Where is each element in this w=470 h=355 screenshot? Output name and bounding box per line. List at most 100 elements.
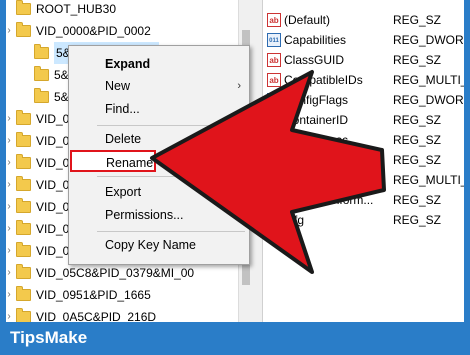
value-name: CompatibleIDs <box>284 73 363 87</box>
tree-item-label: VID_0A5C&PID_216D <box>36 310 157 322</box>
string-value-icon: ab <box>267 13 281 27</box>
menu-item-expand[interactable]: Expand <box>69 53 249 75</box>
value-row[interactable]: 011Capabilities REG_DWORD <box>263 30 464 50</box>
menu-item-label: Find... <box>105 102 140 116</box>
value-type: REG_SZ <box>393 133 442 147</box>
tree-item[interactable]: › VID_05C8&PID_0379&MI_00 <box>6 262 236 284</box>
menu-item-delete[interactable]: Delete <box>69 128 249 150</box>
menu-item-find[interactable]: Find... <box>69 98 249 120</box>
tree-item[interactable]: › VID_0951&PID_1665 <box>6 284 236 306</box>
value-name: ConfigFlags <box>284 93 349 107</box>
value-row[interactable]: 011ConfigFlags REG_DWORD <box>263 90 464 110</box>
pane-splitter[interactable] <box>252 0 263 322</box>
value-row[interactable]: ab ContainerID REG_SZ <box>263 110 464 130</box>
expand-chevron-icon[interactable] <box>22 86 32 108</box>
expand-chevron-icon[interactable]: › <box>6 152 14 174</box>
folder-icon <box>34 88 49 103</box>
menu-item-label: Permissions... <box>105 208 184 222</box>
folder-icon <box>34 44 49 59</box>
menu-separator <box>97 176 245 177</box>
value-row[interactable]: ab DeviceDesc REG_SZ <box>263 130 464 150</box>
folder-icon <box>16 110 31 125</box>
string-value-icon: ab <box>267 53 281 67</box>
registry-values-list[interactable]: ab (Default) REG_SZ 011 Capabilities REG_DWOR… <box>263 0 464 322</box>
folder-icon <box>16 220 31 235</box>
value-row[interactable]: ab CompatibleIDs REG_MULTI_ <box>263 70 464 90</box>
expand-chevron-icon[interactable]: › <box>6 108 14 130</box>
tree-item[interactable]: › VID_0000&PID_0002 <box>6 20 236 42</box>
menu-item-label: Export <box>105 185 142 199</box>
tree-item-label: VID_0 <box>36 178 70 192</box>
menu-item-copy-key-name[interactable]: Copy Key Name <box>69 234 249 256</box>
tree-item-label: ROOT_HUB30 <box>36 2 117 16</box>
folder-icon <box>16 308 31 322</box>
menu-item-permissions[interactable]: Permissions... <box>69 204 249 226</box>
folder-icon <box>16 242 31 257</box>
menu-item-export[interactable]: Export <box>69 181 249 203</box>
folder-icon <box>16 0 31 15</box>
value-type: REG_SZ <box>393 53 442 67</box>
tree-item-label: VID_05C8&PID_0379&MI_00 <box>36 266 195 280</box>
value-name: Capabilities <box>284 33 347 47</box>
context-menu: Expand New › Find... Delete Rename Expor… <box>68 45 250 265</box>
folder-icon <box>16 198 31 213</box>
value-type: REG_MULTI_ <box>393 73 464 87</box>
menu-item-label: New <box>105 79 131 93</box>
string-value-icon: ab <box>267 73 281 87</box>
menu-item-label: Rename <box>106 156 154 170</box>
tree-item-label: VID_0 <box>36 156 70 170</box>
value-row[interactable]: ab Mfg REG_SZ <box>263 210 464 230</box>
menu-item-rename[interactable]: Rename <box>70 150 156 172</box>
expand-chevron-icon[interactable]: › <box>6 306 14 322</box>
value-name: (Default) <box>284 13 331 27</box>
binary-value-icon: 011 <box>267 93 281 107</box>
value-name: DeviceDesc <box>284 133 349 147</box>
menu-item-label: Delete <box>105 132 142 146</box>
tree-item[interactable]: › VID_0A5C&PID_216D <box>6 306 236 322</box>
folder-icon <box>16 154 31 169</box>
expand-chevron-icon[interactable]: › <box>6 240 14 262</box>
menu-item-new[interactable]: New › <box>69 75 249 97</box>
value-type: REG_SZ <box>393 213 442 227</box>
tree-item-label: 5& <box>54 90 69 104</box>
folder-icon <box>34 66 49 81</box>
expand-chevron-icon[interactable]: › <box>6 196 14 218</box>
value-type: REG_DWORD <box>393 33 464 47</box>
string-value-icon: ab <box>267 113 281 127</box>
expand-chevron-icon[interactable]: › <box>6 174 14 196</box>
tree-item[interactable]: ROOT_HUB30 <box>6 0 236 20</box>
value-type: REG_SZ <box>393 113 442 127</box>
value-name: Mfg <box>284 213 305 227</box>
menu-item-label: Copy Key Name <box>105 238 197 252</box>
expand-chevron-icon[interactable]: › <box>6 284 14 306</box>
tree-item-label: VID_0951&PID_1665 <box>36 288 151 302</box>
value-name: LocationInform... <box>284 193 374 207</box>
binary-value-icon: 011 <box>267 33 281 47</box>
menu-separator <box>97 231 245 232</box>
folder-icon <box>16 176 31 191</box>
value-name: ClassGUID <box>284 53 345 67</box>
value-row[interactable]: ab (Default) REG_SZ <box>263 10 464 30</box>
value-row[interactable]: ab ClassGUID REG_SZ <box>263 50 464 70</box>
folder-icon <box>16 264 31 279</box>
tree-item-label: VID_0 <box>36 200 70 214</box>
folder-icon <box>16 132 31 147</box>
submenu-arrow-icon: › <box>237 80 241 92</box>
expand-chevron-icon[interactable]: › <box>6 130 14 152</box>
string-value-icon: ab <box>267 213 281 227</box>
expand-chevron-icon[interactable] <box>22 64 32 86</box>
brand-bar: TipsMake <box>0 322 470 355</box>
tree-item-label: VID_0 <box>36 134 70 148</box>
expand-chevron-icon[interactable]: › <box>6 218 14 240</box>
value-type: REG_MULTI_ <box>393 173 464 187</box>
value-type: REG_SZ <box>393 153 442 167</box>
value-name: ContainerID <box>284 113 349 127</box>
expand-chevron-icon[interactable]: › <box>6 262 14 284</box>
expand-chevron-icon[interactable]: › <box>6 20 14 42</box>
folder-icon <box>16 22 31 37</box>
value-type: REG_DWORD <box>393 93 464 107</box>
value-type: REG_SZ <box>393 193 442 207</box>
tree-item-label: 5& <box>54 68 69 82</box>
tree-item-label: VID_0 <box>36 112 70 126</box>
tree-item-label: VID_0 <box>36 222 70 236</box>
